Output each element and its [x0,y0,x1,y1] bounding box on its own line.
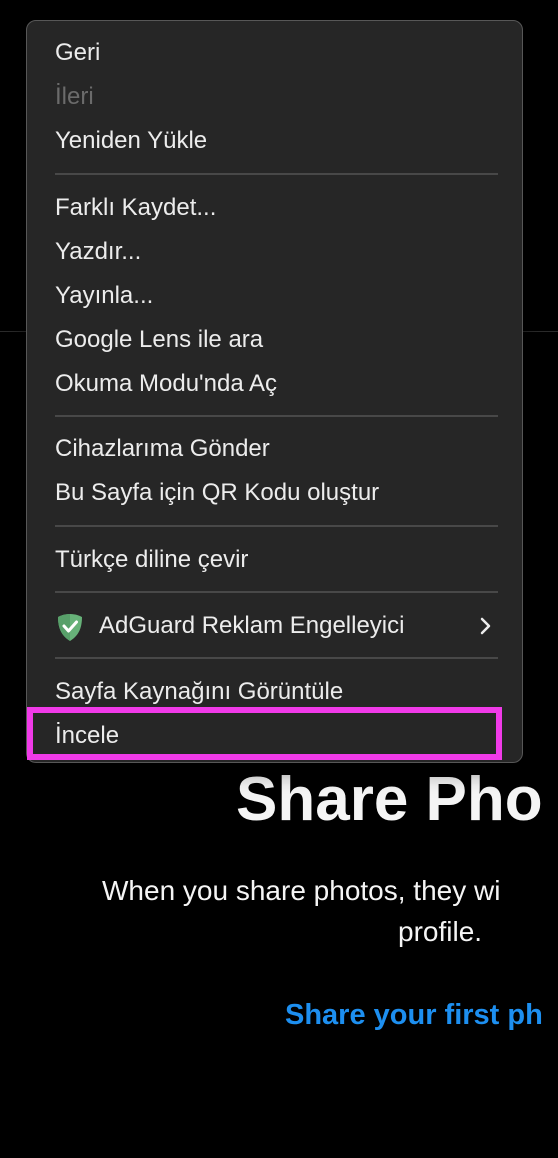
menu-item-turkce-cevir[interactable]: Türkçe diline çevir [29,538,519,582]
share-first-photo-link[interactable]: Share your first ph [285,997,543,1033]
menu-item-label: Farklı Kaydet... [55,194,217,221]
menu-item-google-lens[interactable]: Google Lens ile ara [29,318,519,362]
menu-item-label: Sayfa Kaynağını Görüntüle [55,678,344,705]
menu-item-label: Türkçe diline çevir [55,546,249,573]
menu-item-incele[interactable]: İncele [29,714,519,758]
menu-item-label: Okuma Modu'nda Aç [55,370,278,397]
menu-item-label: Yazdır... [55,238,142,265]
menu-item-farkli-kaydet[interactable]: Farklı Kaydet... [29,186,519,230]
menu-item-label: Bu Sayfa için QR Kodu oluştur [55,479,380,506]
menu-item-yayinla[interactable]: Yayınla... [29,274,519,318]
menu-item-qr-kodu[interactable]: Bu Sayfa için QR Kodu oluştur [29,471,519,515]
menu-item-label: Cihazlarıma Gönder [55,435,270,462]
menu-item-geri[interactable]: Geri [29,31,519,75]
menu-item-label: AdGuard Reklam Engelleyici [99,612,405,639]
menu-separator [55,525,498,527]
menu-item-sayfa-kaynagi[interactable]: Sayfa Kaynağını Görüntüle [29,670,519,714]
menu-item-yazdir[interactable]: Yazdır... [29,230,519,274]
menu-separator [55,415,498,417]
menu-item-label: İleri [55,83,94,110]
menu-separator [55,657,498,659]
menu-item-label: Google Lens ile ara [55,326,264,353]
page-title: Share Pho [236,765,543,834]
adguard-shield-icon [58,614,82,641]
menu-separator [55,591,498,593]
menu-item-label: Geri [55,39,101,66]
menu-item-okuma-modu[interactable]: Okuma Modu'nda Aç [29,362,519,406]
menu-item-yeniden-yukle[interactable]: Yeniden Yükle [29,119,519,163]
menu-item-adguard[interactable]: AdGuard Reklam Engelleyici [29,604,519,648]
context-menu: Geri İleri Yeniden Yükle Farklı Kaydet..… [26,20,523,763]
page-description-line-2: profile. [398,916,483,947]
chevron-right-icon [480,617,491,635]
menu-item-label: İncele [55,722,120,749]
menu-separator [55,173,498,175]
menu-item-label: Yeniden Yükle [55,127,208,154]
page-description-line-1: When you share photos, they wi [102,875,501,906]
menu-item-ileri: İleri [29,75,519,119]
menu-item-cihazlarima-gonder[interactable]: Cihazlarıma Gönder [29,427,519,471]
menu-item-label: Yayınla... [55,282,154,309]
